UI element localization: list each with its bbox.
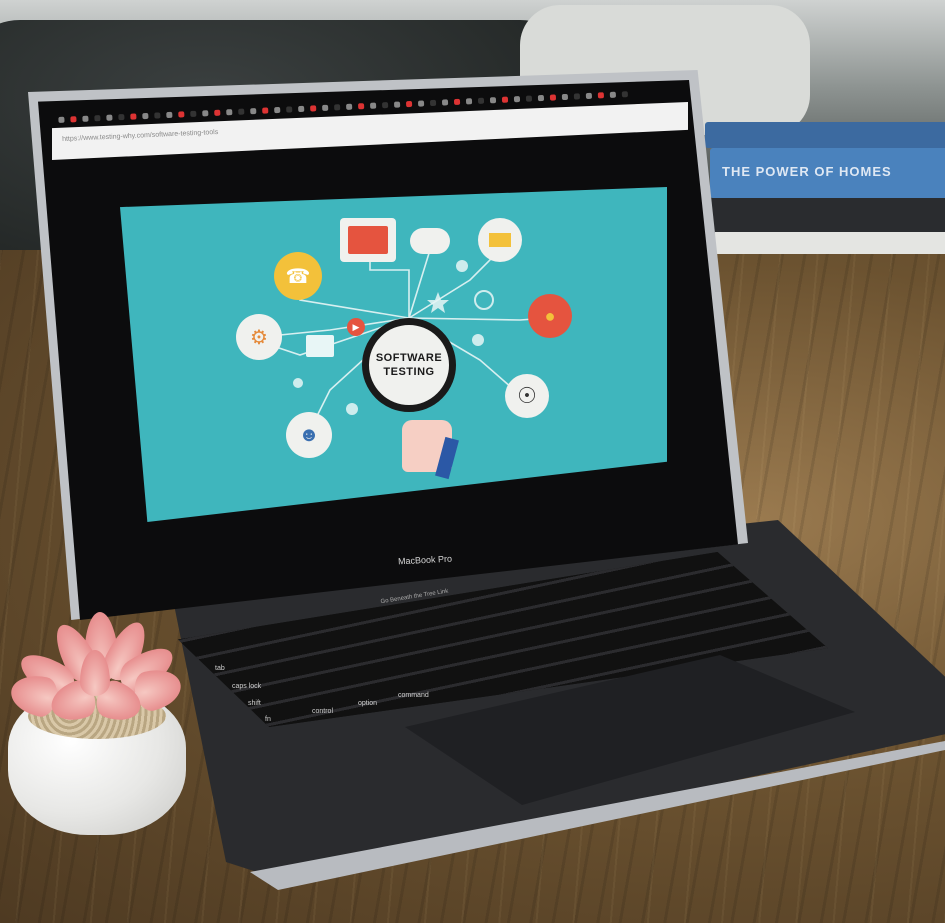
- phone-icon: ☎: [274, 252, 322, 300]
- photo-scene: THE POWER OF HOMES tab caps lock shift f…: [0, 0, 945, 923]
- lightbulb-icon: ●: [528, 294, 572, 338]
- user-avatar-icon: ☻: [286, 412, 332, 458]
- globe-icon: ☉: [505, 374, 549, 418]
- email-icon: [478, 218, 522, 262]
- circuit-line: [408, 244, 496, 319]
- headline-line2: TESTING: [383, 366, 435, 378]
- gear-icon: [293, 378, 303, 388]
- clock-icon: [474, 290, 494, 310]
- gear-icon: [346, 403, 358, 415]
- gear-icon: [472, 334, 484, 346]
- software-testing-badge: SOFTWARE TESTING: [362, 318, 456, 412]
- settings-chat-icon: ⚙: [236, 314, 282, 360]
- monitor-icon: [306, 335, 334, 357]
- bug-monitor-icon: [340, 218, 396, 262]
- cloud-icon: [410, 228, 450, 254]
- play-icon: ▶: [347, 318, 365, 336]
- headline-line1: SOFTWARE: [375, 352, 443, 364]
- gear-icon: [456, 260, 468, 272]
